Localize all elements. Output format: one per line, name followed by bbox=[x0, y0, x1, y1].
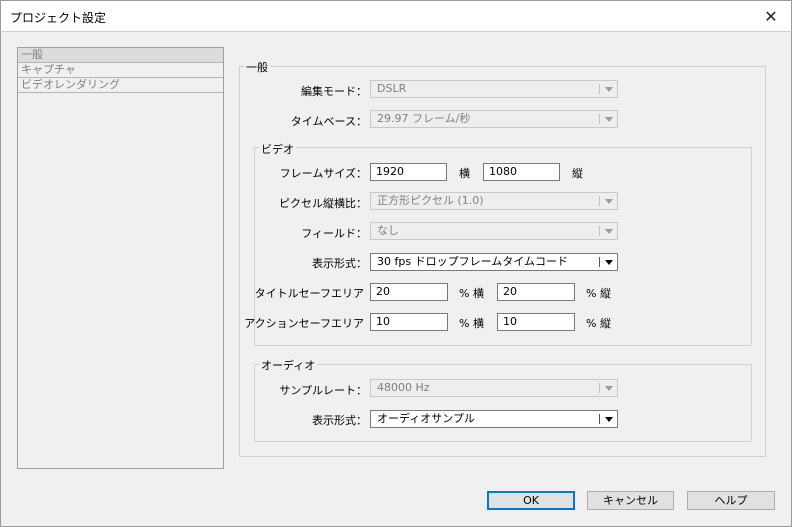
dropdown-separator bbox=[599, 114, 600, 124]
sidebar-item-general[interactable]: 一般 bbox=[18, 48, 223, 63]
chevron-down-icon bbox=[605, 117, 613, 122]
timebase-label: タイムベース： bbox=[290, 115, 367, 128]
frame-width-unit: 横 bbox=[459, 167, 470, 180]
frame-height-field[interactable]: 1080 bbox=[483, 163, 560, 181]
action-safe-h-unit: % 横 bbox=[459, 317, 484, 330]
title-safe-h-field[interactable]: 20 bbox=[370, 283, 448, 301]
title-bar: プロジェクト設定 ✕ bbox=[0, 0, 792, 31]
dropdown-separator bbox=[599, 84, 600, 94]
window-title: プロジェクト設定 bbox=[10, 11, 107, 25]
timebase-value: 29.97 フレーム/秒 bbox=[377, 112, 471, 125]
frame-size-label: フレームサイズ： bbox=[279, 167, 367, 180]
title-safe-v-field[interactable]: 20 bbox=[497, 283, 575, 301]
chevron-down-icon bbox=[605, 417, 613, 422]
fields-dropdown[interactable]: なし bbox=[370, 222, 618, 240]
fields-label: フィールド： bbox=[301, 227, 367, 240]
title-safe-h-unit: % 横 bbox=[459, 287, 484, 300]
frame-height-unit: 縦 bbox=[572, 167, 583, 180]
chevron-down-icon bbox=[605, 229, 613, 234]
ok-button[interactable]: OK bbox=[487, 491, 575, 510]
help-button[interactable]: ヘルプ bbox=[687, 491, 775, 510]
sidebar-item-capture[interactable]: キャプチャ bbox=[18, 63, 223, 78]
chevron-down-icon bbox=[605, 260, 613, 265]
edit-mode-label: 編集モード： bbox=[301, 85, 367, 98]
dropdown-separator bbox=[599, 257, 600, 267]
action-safe-v-unit: % 縦 bbox=[586, 317, 611, 330]
video-display-format-value: 30 fps ドロップフレームタイムコード bbox=[377, 255, 569, 268]
action-safe-label: アクションセーフエリア bbox=[244, 317, 364, 330]
video-group-label: ビデオ bbox=[259, 141, 296, 157]
action-safe-h-field[interactable]: 10 bbox=[370, 313, 448, 331]
pixel-aspect-value: 正方形ピクセル (1.0) bbox=[377, 194, 484, 207]
sample-rate-value: 48000 Hz bbox=[377, 381, 430, 394]
edit-mode-value: DSLR bbox=[377, 82, 407, 95]
sample-rate-label: サンプルレート： bbox=[279, 384, 367, 397]
sidebar-item-video-rendering[interactable]: ビデオレンダリング bbox=[18, 78, 223, 93]
title-safe-v-unit: % 縦 bbox=[586, 287, 611, 300]
chevron-down-icon bbox=[605, 199, 613, 204]
audio-display-format-dropdown[interactable]: オーディオサンプル bbox=[370, 410, 618, 428]
timebase-dropdown[interactable]: 29.97 フレーム/秒 bbox=[370, 110, 618, 128]
audio-display-format-label: 表示形式： bbox=[312, 414, 367, 427]
video-display-format-dropdown[interactable]: 30 fps ドロップフレームタイムコード bbox=[370, 253, 618, 271]
dropdown-separator bbox=[599, 226, 600, 236]
audio-group-label: オーディオ bbox=[259, 357, 318, 373]
chevron-down-icon bbox=[605, 386, 613, 391]
action-safe-v-field[interactable]: 10 bbox=[497, 313, 575, 331]
dropdown-separator bbox=[599, 196, 600, 206]
audio-display-format-value: オーディオサンプル bbox=[377, 412, 475, 425]
general-group-label: 一般 bbox=[244, 59, 270, 75]
close-icon[interactable]: ✕ bbox=[751, 1, 791, 31]
fields-value: なし bbox=[377, 224, 399, 237]
video-display-format-label: 表示形式： bbox=[312, 257, 367, 270]
sample-rate-dropdown[interactable]: 48000 Hz bbox=[370, 379, 618, 397]
chevron-down-icon bbox=[605, 87, 613, 92]
frame-width-field[interactable]: 1920 bbox=[370, 163, 447, 181]
pixel-aspect-dropdown[interactable]: 正方形ピクセル (1.0) bbox=[370, 192, 618, 210]
category-list: 一般 キャプチャ ビデオレンダリング bbox=[17, 47, 224, 469]
dropdown-separator bbox=[599, 414, 600, 424]
title-safe-label: タイトルセーフエリア bbox=[254, 287, 364, 300]
pixel-aspect-label: ピクセル縦横比： bbox=[279, 197, 367, 210]
cancel-button[interactable]: キャンセル bbox=[587, 491, 674, 510]
dropdown-separator bbox=[599, 383, 600, 393]
audio-group bbox=[254, 364, 752, 442]
edit-mode-dropdown[interactable]: DSLR bbox=[370, 80, 618, 98]
